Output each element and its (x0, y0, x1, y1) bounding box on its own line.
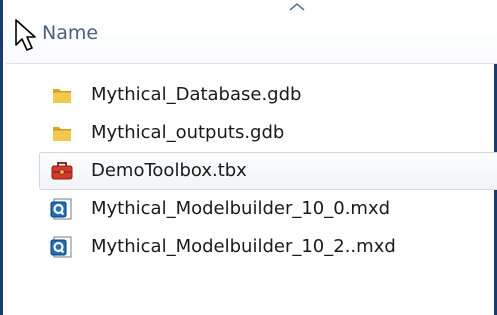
column-header-label: Name (42, 22, 99, 44)
column-header-name[interactable]: Name (6, 0, 497, 64)
sort-ascending-icon (289, 2, 305, 11)
file-item-demo-toolbox[interactable]: DemoToolbox.tbx (39, 152, 497, 190)
file-item-modelbuilder-10-0[interactable]: Mythical_Modelbuilder_10_0.mxd (39, 190, 497, 228)
file-name: Mythical_Modelbuilder_10_0.mxd (91, 198, 391, 219)
file-item-mythical-database[interactable]: Mythical_Database.gdb (39, 76, 497, 114)
folder-icon (53, 127, 71, 141)
file-explorer-pane: Name Mythical_Database.gdb Mythical_outp… (0, 0, 497, 315)
arcmap-document-icon (50, 236, 72, 258)
file-name: Mythical_Modelbuilder_10_2..mxd (91, 236, 396, 257)
file-name: Mythical_Database.gdb (91, 84, 302, 105)
toolbox-icon (51, 162, 73, 180)
file-name: DemoToolbox.tbx (91, 160, 247, 181)
folder-icon (53, 89, 71, 103)
file-item-modelbuilder-10-2[interactable]: Mythical_Modelbuilder_10_2..mxd (39, 228, 497, 266)
file-item-mythical-outputs[interactable]: Mythical_outputs.gdb (39, 114, 497, 152)
file-name: Mythical_outputs.gdb (91, 122, 285, 143)
arcmap-document-icon (50, 198, 72, 220)
